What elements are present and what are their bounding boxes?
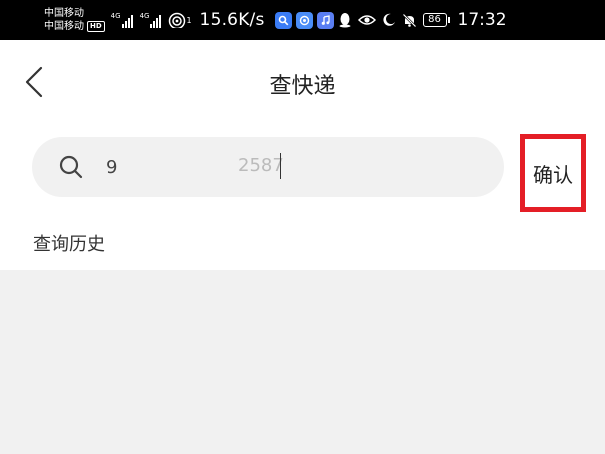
signal-2-icon: 4G [140, 12, 163, 28]
empty-history-area [0, 270, 605, 454]
wifi-icon: 1 [168, 12, 192, 28]
carrier-2-row: 中国移动 HD [44, 20, 105, 33]
signal-1-tag: 4G [110, 12, 121, 20]
search-app-icon [274, 11, 292, 29]
confirm-button[interactable]: 确认 [533, 159, 573, 188]
bell-muted-icon [402, 13, 417, 28]
battery-icon: 86 [422, 13, 450, 27]
page-title: 查快递 [269, 74, 336, 99]
carrier-block: 中国移动 中国移动 HD [44, 7, 105, 33]
nav-bar: 查快递 [0, 40, 605, 128]
qq-icon [338, 12, 352, 28]
search-icon [59, 155, 83, 179]
text-caret [280, 153, 281, 179]
carrier-1-label: 中国移动 [44, 8, 84, 19]
signal-2-tag: 4G [139, 12, 150, 20]
moon-icon [382, 13, 396, 27]
tracking-number-tail: 2587 [238, 155, 284, 176]
network-speed: 15.6K/s [199, 10, 265, 30]
browser-app-icon [295, 11, 313, 29]
status-bar: 中国移动 中国移动 HD 4G 4G 1 15.6K/s 86 17:32 [0, 0, 605, 40]
eye-icon [357, 14, 376, 26]
wifi-superscript: 1 [186, 15, 192, 25]
hd-badge: HD [87, 21, 105, 32]
confirm-highlight-box: 确认 [520, 134, 586, 212]
signal-1-icon: 4G [111, 12, 134, 28]
carrier-2-label: 中国移动 [44, 21, 84, 32]
query-history-label: 查询历史 [33, 234, 105, 255]
status-time: 17:32 [457, 10, 507, 30]
express-query-page: 查快递 2587 查询历史 [0, 40, 605, 270]
search-box[interactable]: 2587 [32, 137, 504, 197]
battery-level: 86 [422, 13, 447, 27]
music-app-icon [316, 11, 334, 29]
